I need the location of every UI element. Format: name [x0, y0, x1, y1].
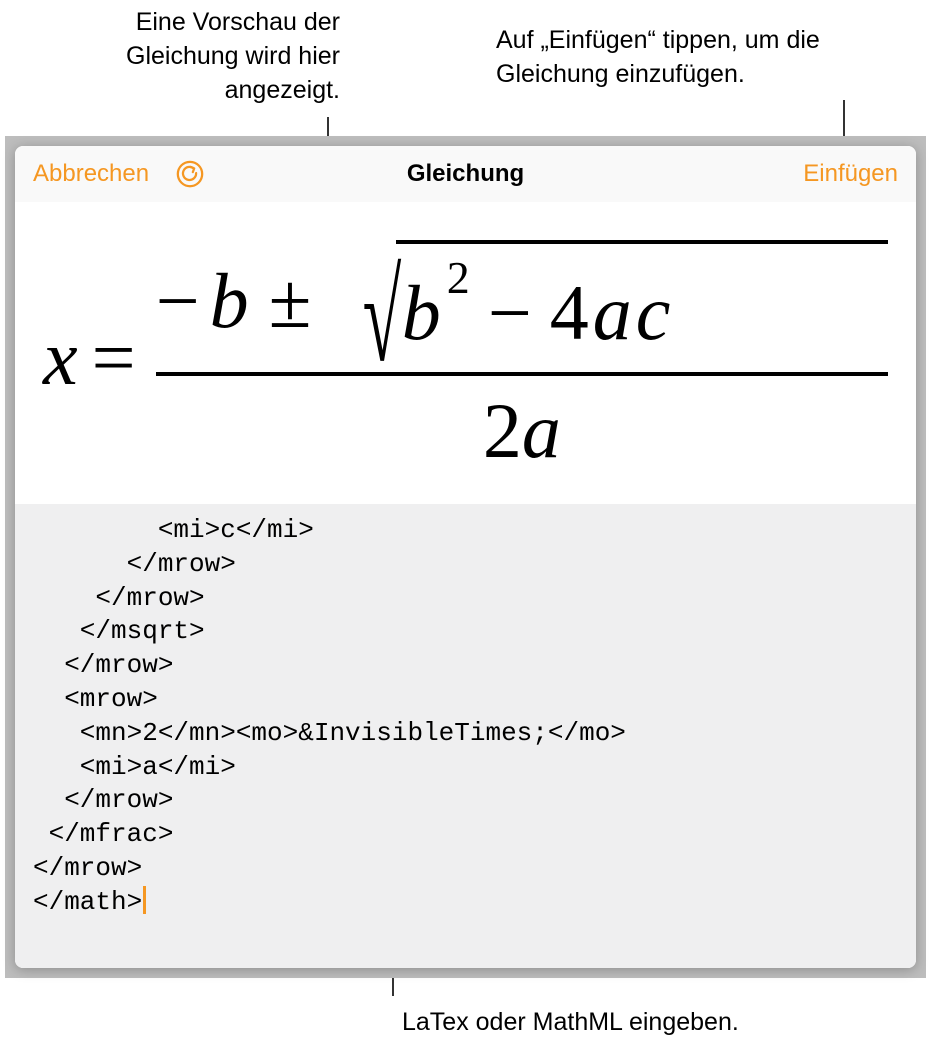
eq-sqrt-c: c [636, 268, 671, 358]
eq-b: b [210, 256, 249, 346]
callout-input: LaTex oder MathML eingeben. [402, 1006, 902, 1040]
callout-insert: Auf „Einfügen“ tippen, um die Gleichung … [496, 24, 926, 92]
eq-sqrt-exp: 2 [447, 251, 470, 304]
callout-insert-text: Auf „Einfügen“ tippen, um die Gleichung … [496, 26, 820, 88]
equation-preview: x = − b ± √ b 2 − 4 [15, 202, 916, 504]
cancel-button[interactable]: Abbrechen [29, 156, 153, 192]
eq-minus: − [156, 256, 204, 346]
callout-preview: Eine Vorschau der Gleichung wird hier an… [30, 6, 340, 107]
eq-sqrt-b: b [402, 268, 441, 358]
eq-sqrt-minus: − [474, 268, 546, 358]
eq-sqrt-content: b 2 − 4 a c [396, 240, 888, 362]
eq-den-a: a [522, 386, 561, 476]
text-cursor [143, 886, 146, 914]
toolbar: Abbrechen Gleichung Einfügen [15, 146, 916, 202]
eq-sqrt-a: a [593, 268, 632, 358]
sqrt-icon: √ [363, 266, 402, 368]
eq-den-2: 2 [483, 386, 522, 476]
dialog-backdrop: Abbrechen Gleichung Einfügen x = [5, 136, 926, 978]
undo-button[interactable] [171, 155, 209, 193]
eq-x: x [43, 313, 78, 403]
dialog-title: Gleichung [407, 160, 524, 188]
equation-dialog: Abbrechen Gleichung Einfügen x = [15, 146, 916, 968]
undo-icon [175, 159, 205, 189]
eq-frac-line [156, 372, 888, 376]
callout-preview-text: Eine Vorschau der Gleichung wird hier an… [126, 8, 340, 104]
callout-input-text: LaTex oder MathML eingeben. [402, 1008, 739, 1036]
eq-equals: = [78, 313, 150, 403]
equation-render: x = − b ± √ b 2 − 4 [43, 240, 888, 476]
eq-numerator: − b ± √ b 2 − 4 a c [156, 240, 888, 362]
eq-fraction: − b ± √ b 2 − 4 a c [156, 240, 888, 476]
code-text: <mi>c</mi> </mrow> </mrow> </msqrt> </mr… [33, 515, 626, 917]
eq-denominator: 2 a [483, 386, 561, 476]
eq-pm: ± [255, 256, 326, 346]
eq-sqrt: √ b 2 − 4 a c [331, 240, 888, 362]
eq-sqrt-4: 4 [550, 268, 589, 358]
insert-button[interactable]: Einfügen [799, 156, 902, 192]
code-input[interactable]: <mi>c</mi> </mrow> </mrow> </msqrt> </mr… [15, 504, 916, 968]
